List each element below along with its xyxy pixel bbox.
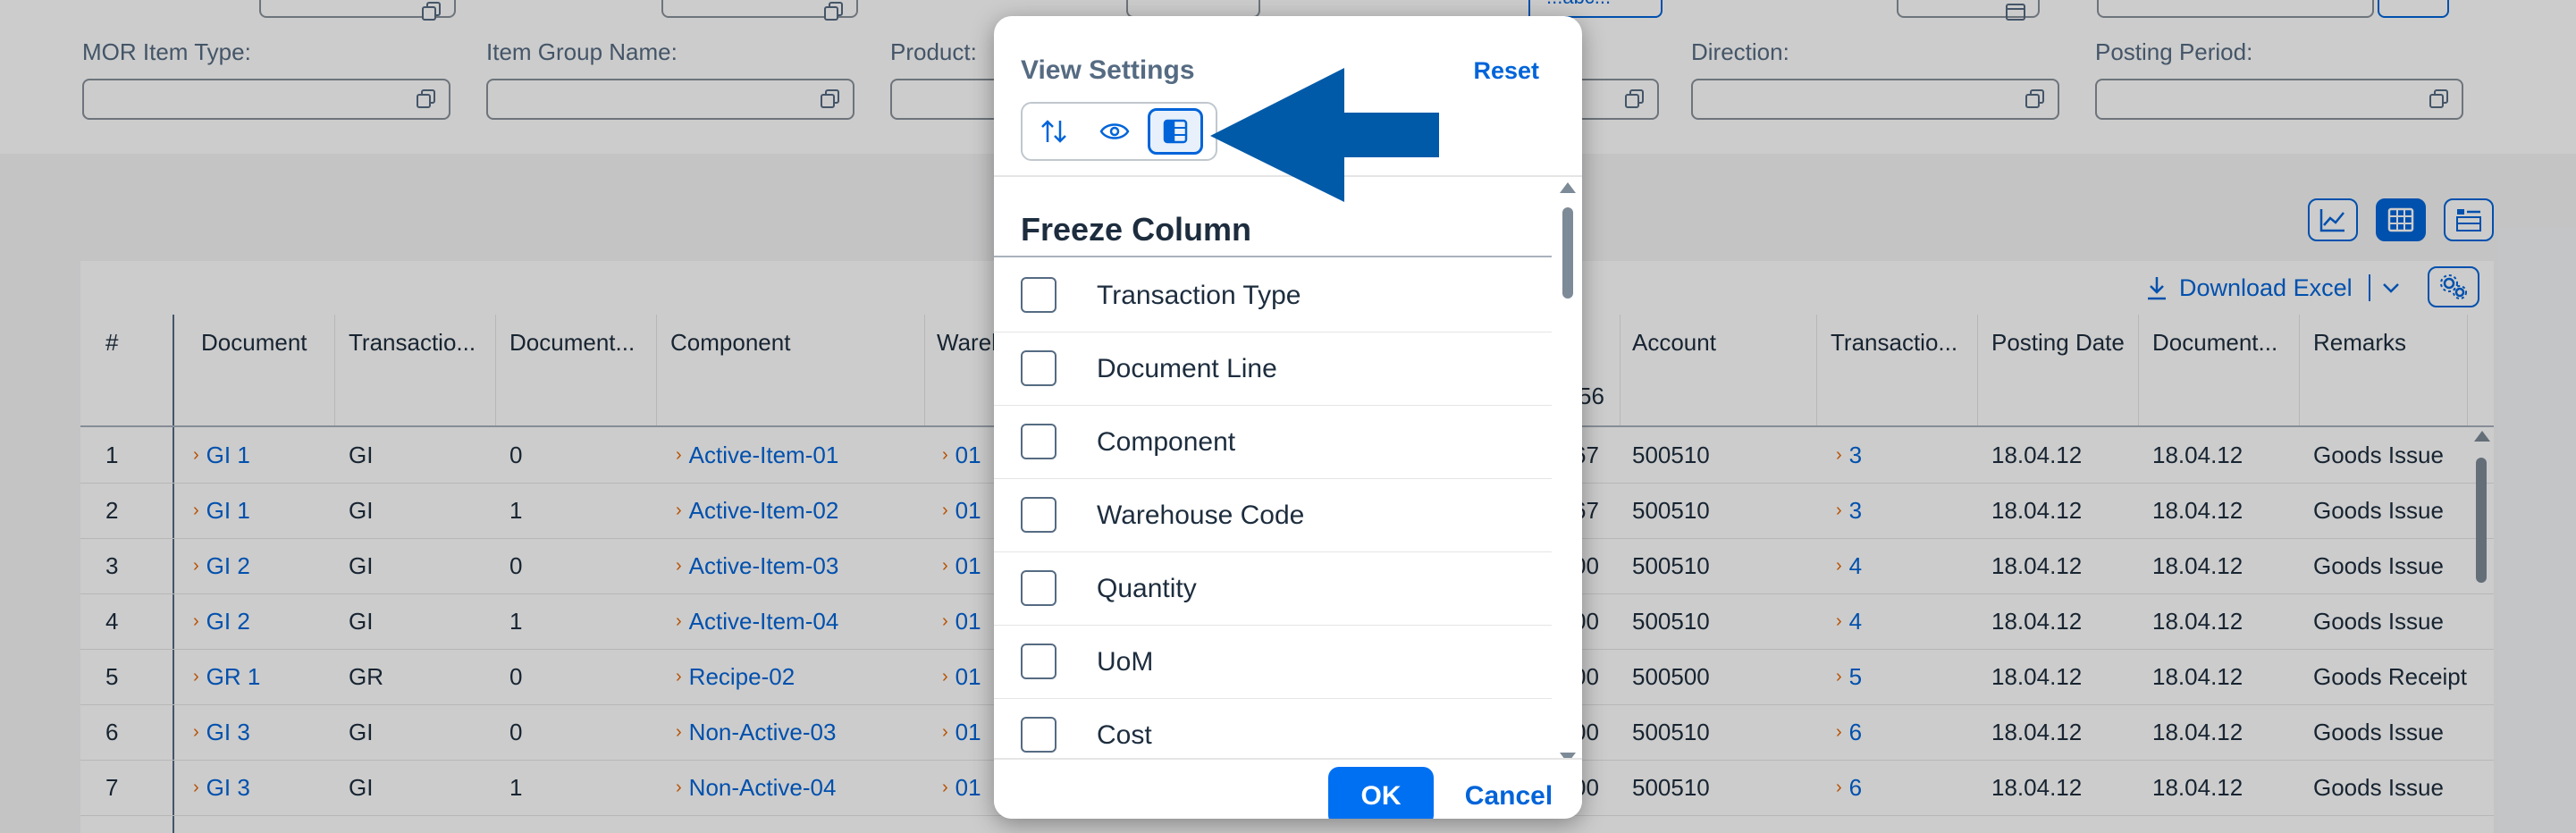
dialog-scrollbar[interactable] (1559, 182, 1577, 763)
freeze-column-checkbox[interactable] (1021, 717, 1056, 753)
tab-sort[interactable] (1026, 108, 1082, 155)
eye-icon (1099, 123, 1130, 139)
scrollbar-thumb[interactable] (1562, 207, 1573, 299)
freeze-column-checkbox[interactable] (1021, 277, 1056, 313)
sort-icon (1041, 120, 1066, 143)
section-title: Freeze Column (1021, 211, 1252, 248)
arrow-annotation-icon (1210, 68, 1439, 202)
dialog-title: View Settings (1021, 55, 1195, 85)
scroll-up-icon[interactable] (1560, 182, 1576, 193)
section-divider (994, 256, 1552, 257)
freeze-column-item[interactable]: Quantity (994, 552, 1552, 626)
page: ...abc... MOR Item Type: Item Group Name… (0, 0, 2576, 833)
settings-tab-bar (1021, 102, 1217, 161)
freeze-column-label: Component (1097, 427, 1236, 457)
freeze-column-item[interactable]: Component (994, 406, 1552, 479)
freeze-column-checkbox[interactable] (1021, 350, 1056, 386)
freeze-column-label: Document Line (1097, 354, 1277, 383)
freeze-column-item[interactable]: Transaction Type (994, 259, 1552, 332)
freeze-column-label: Warehouse Code (1097, 501, 1305, 530)
freeze-column-label: Transaction Type (1097, 281, 1301, 310)
freeze-column-checkbox[interactable] (1021, 570, 1056, 606)
freeze-column-item[interactable]: Warehouse Code (994, 479, 1552, 552)
freeze-column-item[interactable]: UoM (994, 626, 1552, 699)
tab-freeze-column[interactable] (1148, 108, 1203, 155)
freeze-column-checkbox[interactable] (1021, 497, 1056, 533)
freeze-column-icon (1163, 119, 1188, 144)
reset-button[interactable]: Reset (1473, 57, 1539, 85)
freeze-column-item[interactable]: Document Line (994, 332, 1552, 406)
freeze-column-label: UoM (1097, 647, 1154, 677)
freeze-column-checkbox[interactable] (1021, 424, 1056, 459)
ok-button[interactable]: OK (1328, 767, 1434, 819)
freeze-column-label: Quantity (1097, 574, 1197, 603)
freeze-column-checkbox[interactable] (1021, 644, 1056, 679)
cancel-button[interactable]: Cancel (1457, 767, 1561, 819)
tab-visibility[interactable] (1087, 108, 1142, 155)
